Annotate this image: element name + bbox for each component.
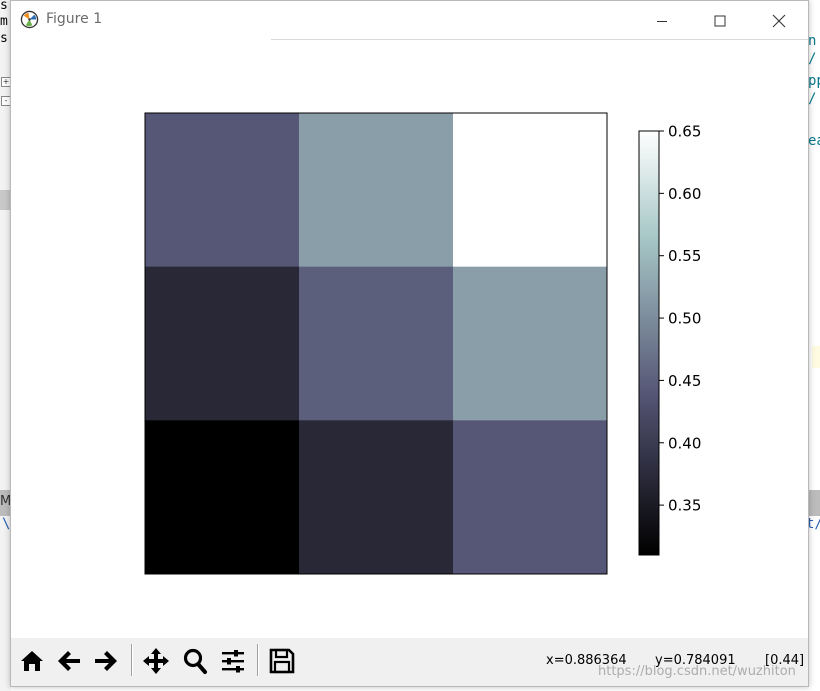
arrow-right-icon [95, 651, 117, 671]
colorbar-tick-label: 0.60 [668, 185, 701, 203]
heatmap-chart[interactable]: 0.35 0.40 0.45 0.50 0.55 0.60 0.65 [11, 40, 808, 638]
colorbar-tick-label: 0.55 [668, 247, 701, 265]
move-icon [143, 648, 169, 674]
home-icon [21, 651, 43, 671]
forward-button[interactable] [89, 644, 123, 678]
colorbar [638, 130, 660, 556]
toolbar-separator [132, 644, 133, 676]
toolbar-separator [258, 644, 259, 676]
heatmap-cell [299, 420, 454, 575]
colorbar-tick-label: 0.35 [668, 497, 701, 515]
heatmap-cell [145, 266, 300, 421]
close-icon [772, 14, 786, 27]
heatmap-cell [299, 266, 454, 421]
editor-right-line: / [808, 91, 817, 107]
heatmap-cell [453, 113, 608, 268]
maximize-icon [714, 15, 726, 26]
heatmap-cell [453, 420, 608, 575]
configure-subplots-button[interactable] [216, 644, 250, 678]
window-title: Figure 1 [46, 11, 103, 27]
close-button[interactable] [750, 1, 808, 40]
matplotlib-logo-icon [20, 10, 39, 29]
minimize-icon [657, 20, 667, 22]
watermark-text: https://blog.csdn.net/wuzhiton [598, 664, 796, 679]
maximize-button[interactable] [691, 1, 749, 40]
colorbar-tick-label: 0.65 [668, 123, 701, 141]
sliders-icon [222, 650, 244, 673]
save-button[interactable] [265, 644, 299, 678]
magnifier-icon [183, 648, 207, 674]
minimize-button[interactable] [633, 1, 691, 40]
heatmap-cell [145, 113, 300, 268]
editor-right-line: / [808, 51, 817, 67]
figure-window: Figure 1 0.35 0.40 0.45 0.50 0.55 0.60 0… [10, 0, 809, 687]
editor-left-line: m [0, 14, 8, 29]
figure-canvas[interactable]: 0.35 0.40 0.45 0.50 0.55 0.60 0.65 [11, 40, 808, 638]
colorbar-tick-label: 0.50 [668, 310, 701, 328]
editor-left-line: s [0, 0, 8, 13]
heatmap-cell [299, 113, 454, 268]
arrow-left-icon [58, 651, 80, 671]
editor-right-line: ea [808, 133, 820, 149]
pan-button[interactable] [139, 644, 173, 678]
heatmap-cell [453, 266, 608, 421]
floppy-icon [269, 648, 295, 674]
title-bar[interactable]: Figure 1 [11, 1, 808, 40]
heatmap-cell [145, 420, 300, 575]
zoom-button[interactable] [178, 644, 212, 678]
colorbar-tick-label: 0.45 [668, 372, 701, 390]
editor-highlight [812, 346, 820, 368]
home-button[interactable] [15, 644, 49, 678]
colorbar-tick-label: 0.40 [668, 434, 701, 452]
back-button[interactable] [52, 644, 86, 678]
